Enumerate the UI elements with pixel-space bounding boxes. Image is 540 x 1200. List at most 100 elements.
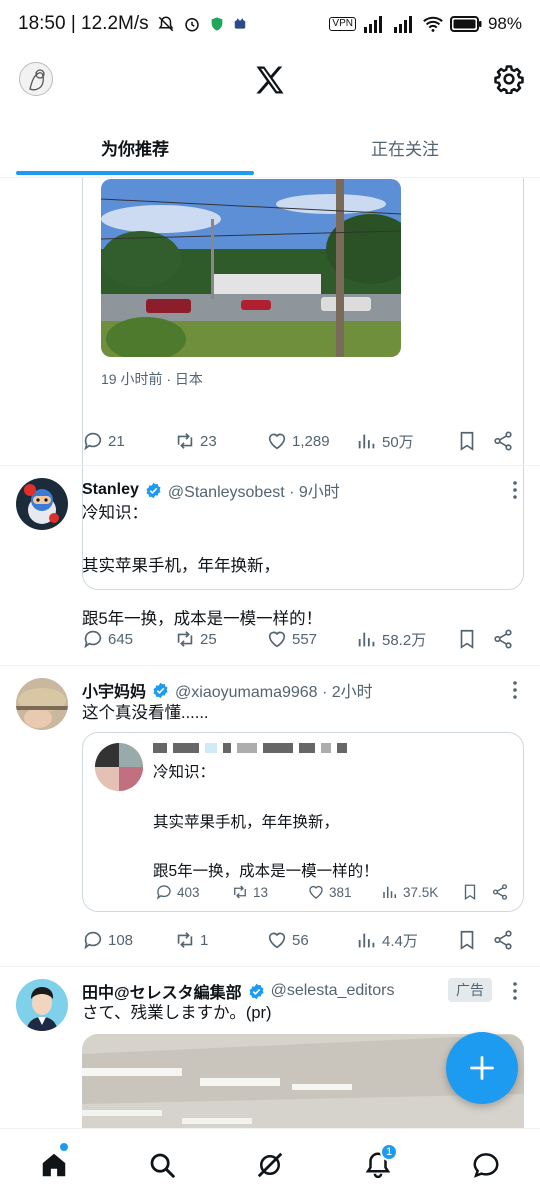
view-count: 4.4万	[382, 932, 418, 950]
compose-post-button[interactable]	[446, 1032, 518, 1104]
plus-icon	[470, 1056, 494, 1080]
reply-button[interactable]: 21	[82, 430, 174, 452]
tweet-actions: 21 23 1,289 50万	[82, 426, 514, 456]
street-photo[interactable]	[101, 179, 401, 357]
display-name[interactable]: 小宇妈妈	[82, 678, 146, 702]
share-icon	[494, 629, 512, 649]
like-count: 557	[292, 630, 318, 648]
quoted-tweet-meta: 19 小时前 · 日本	[101, 371, 203, 387]
retweet-button[interactable]: 25	[174, 628, 266, 650]
like-button[interactable]: 381	[307, 883, 381, 901]
tweet-divider	[0, 966, 540, 967]
avatar[interactable]	[16, 979, 68, 1031]
like-button[interactable]: 557	[266, 628, 356, 650]
ad-badge: 广告	[448, 978, 492, 1002]
heart-icon	[268, 631, 286, 648]
like-button[interactable]: 56	[266, 929, 356, 951]
more-options-icon[interactable]	[512, 680, 518, 700]
retweet-icon	[234, 885, 246, 899]
share-button[interactable]	[492, 929, 514, 951]
battery-icon	[449, 16, 482, 32]
settings-gear-icon[interactable]	[494, 64, 524, 94]
analytics-icon	[358, 434, 375, 449]
retweet-button[interactable]: 1	[174, 929, 266, 951]
share-button[interactable]	[491, 883, 511, 901]
quoted-tweet-card[interactable]: 冷知识： 其实苹果手机，年年换新， 跟5年一换，成本是一模一样的！ 403 13…	[82, 732, 524, 912]
avatar[interactable]	[16, 678, 68, 730]
tab-for-you[interactable]: 为你推荐	[0, 118, 270, 177]
verified-badge-icon	[249, 983, 264, 999]
retweet-count: 13	[253, 884, 269, 900]
reply-count: 21	[108, 432, 125, 450]
quoted-tweet-text[interactable]: 冷知识： 其实苹果手机，年年换新， 跟5年一换，成本是一模一样的！	[153, 761, 379, 885]
signal-icon	[363, 16, 382, 33]
nav-messages[interactable]	[432, 1129, 540, 1200]
bookmark-icon	[460, 930, 474, 950]
handle-time[interactable]: @xiaoyumama9968 · 2小时	[175, 678, 373, 702]
more-options-icon[interactable]	[512, 480, 518, 500]
shield-icon	[211, 17, 222, 31]
home-unread-dot	[60, 1143, 68, 1151]
more-options-icon[interactable]	[512, 981, 518, 1001]
bookmark-button[interactable]	[456, 628, 492, 650]
timeline-tabs: 为你推荐 正在关注	[0, 118, 540, 178]
mute-bell-icon	[158, 16, 174, 32]
view-count: 58.2万	[382, 631, 427, 649]
like-count: 1,289	[292, 432, 330, 450]
like-button[interactable]: 1,289	[266, 430, 356, 452]
like-count: 381	[329, 884, 352, 900]
tweet-text[interactable]: さて、残業しますか。(pr)	[82, 1000, 272, 1026]
bookmark-icon	[460, 431, 474, 451]
quoted-tweet-actions: 403 13 381 37.5K	[155, 883, 515, 901]
reply-count: 108	[108, 931, 134, 949]
nav-notifications[interactable]: 1	[324, 1129, 432, 1200]
nav-grok[interactable]	[216, 1129, 324, 1200]
reply-icon	[84, 432, 102, 451]
analytics-icon	[358, 632, 375, 647]
top-bar	[0, 52, 540, 108]
tweet-text[interactable]: 冷知识： 其实苹果手机，年年换新， 跟5年一换，成本是一模一样的！	[82, 500, 322, 632]
analytics-icon	[358, 933, 375, 948]
heart-icon	[268, 433, 286, 450]
bookmark-button[interactable]	[456, 430, 492, 452]
share-icon	[492, 884, 508, 900]
handle-time[interactable]: @Stanleysobest · 9小时	[168, 478, 340, 502]
retweet-button[interactable]: 23	[174, 430, 266, 452]
views-button[interactable]: 58.2万	[356, 628, 456, 650]
nav-search[interactable]	[108, 1129, 216, 1200]
grok-icon	[257, 1152, 283, 1177]
tab-following[interactable]: 正在关注	[270, 118, 540, 177]
reply-button[interactable]: 645	[82, 628, 174, 650]
share-button[interactable]	[492, 430, 514, 452]
avatar[interactable]	[16, 478, 68, 530]
status-bar: 18:50 | 12.2M/s VPN 98%	[0, 0, 540, 48]
share-button[interactable]	[492, 628, 514, 650]
reply-icon	[84, 630, 102, 649]
timeline-feed[interactable]: 19 小时前 · 日本 21 23 1,289 50万 Stanley @Sta…	[0, 178, 540, 1128]
views-button[interactable]: 50万	[356, 430, 456, 452]
views-button[interactable]: 4.4万	[356, 929, 456, 951]
handle[interactable]: @selesta_editors	[271, 982, 395, 1000]
x-logo-icon[interactable]	[252, 62, 288, 98]
display-name[interactable]: Stanley	[82, 481, 139, 499]
bookmark-button[interactable]	[461, 883, 491, 901]
nav-home[interactable]	[0, 1129, 108, 1200]
heart-icon	[268, 932, 286, 949]
bookmark-icon	[460, 629, 474, 649]
reply-button[interactable]: 108	[82, 929, 174, 951]
analytics-icon	[383, 886, 396, 898]
retweet-count: 23	[200, 432, 217, 450]
messages-icon	[473, 1152, 499, 1178]
tweet-text[interactable]: 这个真没看懂......	[82, 700, 209, 726]
retweet-icon	[177, 631, 193, 647]
vpn-badge: VPN	[329, 17, 356, 31]
tweet-actions: 108 1 56 4.4万	[82, 925, 514, 955]
reply-button[interactable]: 403	[155, 883, 231, 901]
retweet-button[interactable]: 13	[231, 883, 307, 901]
profile-avatar[interactable]	[19, 62, 53, 96]
views-button[interactable]: 37.5K	[381, 883, 461, 901]
bookmark-button[interactable]	[456, 929, 492, 951]
share-icon	[494, 431, 512, 451]
alarm-icon	[184, 18, 199, 32]
quoted-avatar-blurred	[95, 743, 143, 791]
